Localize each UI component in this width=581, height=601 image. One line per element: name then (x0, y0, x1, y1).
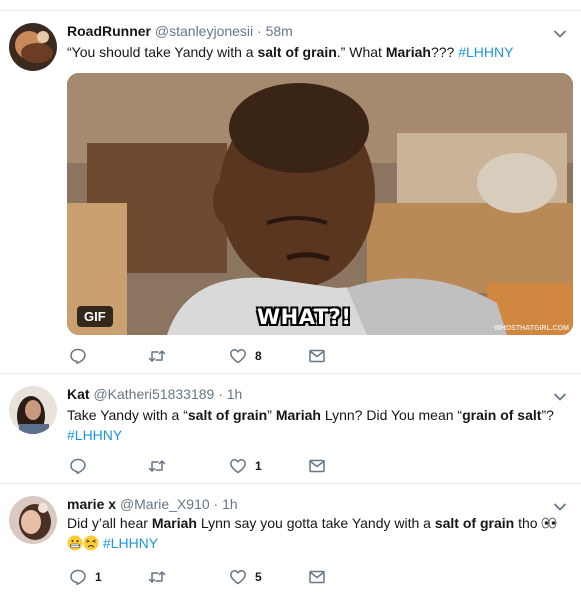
highlighted-term: grain of salt (462, 407, 542, 423)
hashtag-link[interactable]: #LHHNY (67, 427, 122, 443)
message-icon (309, 459, 325, 473)
separator-dot: · (218, 386, 223, 402)
reply-count: 1 (95, 570, 102, 584)
text-segment: Take Yandy with a “ (67, 407, 188, 423)
reply-icon (70, 569, 86, 586)
text-segment: ??? (430, 44, 459, 60)
chevron-down-icon[interactable] (553, 500, 567, 514)
heart-icon (230, 349, 246, 364)
hashtag-link[interactable]: #LHHNY (103, 535, 158, 551)
like-button[interactable]: 8 (229, 346, 262, 366)
text-segment: ” (267, 407, 276, 423)
timestamp[interactable]: 58m (266, 23, 293, 39)
tweet[interactable]: Kat @Katheri51833189 · 1h Take Yandy wit… (0, 374, 581, 484)
message-button[interactable] (308, 456, 326, 476)
reply-button[interactable] (69, 456, 95, 476)
user-handle[interactable]: @stanleyjonesii (155, 23, 253, 39)
like-count: 5 (255, 570, 262, 584)
text-segment: Did y’all hear (67, 515, 152, 531)
tweet[interactable]: RoadRunner @stanleyjonesii · 58m “You sh… (0, 10, 581, 374)
watermark: WHOSTHATGIRL.COM (494, 325, 569, 332)
tweet-actions: 1 5 (67, 567, 367, 587)
tweet-text: Did y’all hear Mariah Lynn say you gotta… (67, 513, 567, 553)
message-icon (309, 570, 325, 584)
timestamp[interactable]: 1h (227, 386, 243, 402)
retweet-icon (148, 460, 166, 472)
display-name[interactable]: RoadRunner (67, 23, 151, 39)
tweet-header: RoadRunner @stanleyjonesii · 58m (67, 22, 293, 40)
highlighted-term: Mariah (275, 407, 321, 423)
highlighted-term: salt of grain (187, 407, 268, 423)
gif-badge: GIF (77, 306, 113, 327)
heart-icon (230, 459, 246, 474)
tweet-actions: 8 (67, 346, 367, 366)
chevron-down-icon[interactable] (553, 390, 567, 404)
highlighted-term: Mariah (151, 515, 197, 531)
heart-icon (230, 570, 246, 585)
separator-dot: · (213, 496, 219, 512)
retweet-button[interactable] (148, 456, 174, 476)
timestamp[interactable]: 1h (222, 496, 238, 512)
text-segment: ”? (541, 407, 554, 423)
text-segment: Lynn? Did You mean “ (320, 407, 463, 423)
gif-media[interactable]: GIF WHAT?! WHOSTHATGIRL.COM (67, 73, 573, 335)
display-name[interactable]: marie x (67, 496, 116, 512)
retweet-icon (148, 350, 166, 362)
user-handle[interactable]: @Katheri51833189 (93, 386, 214, 402)
hashtag-link[interactable]: #LHHNY (458, 44, 513, 60)
tweet-header: Kat @Katheri51833189 · 1h (67, 385, 242, 403)
retweet-button[interactable] (148, 346, 174, 366)
retweet-button[interactable] (148, 567, 174, 587)
reply-icon (70, 458, 86, 475)
tweet-text: Take Yandy with a “salt of grain” Mariah… (67, 405, 567, 445)
retweet-icon (148, 571, 166, 583)
text-segment: “You should take Yandy with a (67, 44, 258, 60)
reply-button[interactable]: 1 (69, 567, 102, 587)
text-segment: .” What (336, 44, 386, 60)
text-segment: tho (514, 515, 542, 531)
highlighted-term: salt of grain (257, 44, 337, 60)
reply-icon (70, 348, 86, 365)
avatar[interactable] (9, 386, 57, 434)
chevron-down-icon[interactable] (553, 27, 567, 41)
reply-button[interactable] (69, 346, 95, 366)
message-button[interactable] (308, 567, 326, 587)
like-button[interactable]: 5 (229, 567, 262, 587)
avatar[interactable] (9, 496, 57, 544)
tweet[interactable]: marie x @Marie_X910 · 1h Did y’all hear … (0, 484, 581, 601)
tweet-header: marie x @Marie_X910 · 1h (67, 495, 238, 513)
message-icon (309, 349, 325, 363)
user-handle[interactable]: @Marie_X910 (120, 496, 210, 512)
avatar[interactable] (9, 23, 57, 71)
message-button[interactable] (308, 346, 326, 366)
like-count: 8 (255, 349, 262, 363)
eyes-emoji (541, 515, 557, 531)
grimacing-emoji (67, 535, 83, 551)
like-button[interactable]: 1 (229, 456, 262, 476)
highlighted-term: Mariah (385, 44, 431, 60)
like-count: 1 (255, 459, 262, 473)
tweet-text: “You should take Yandy with a salt of gr… (67, 42, 567, 62)
text-segment: Lynn say you gotta take Yandy with a (196, 515, 435, 531)
display-name[interactable]: Kat (67, 386, 90, 402)
gif-caption: WHAT?! (257, 305, 352, 329)
persevering-emoji (83, 535, 99, 551)
highlighted-term: salt of grain (434, 515, 515, 531)
tweet-actions: 1 (67, 456, 367, 476)
gif-frame (67, 73, 573, 335)
separator-dot: · (257, 23, 262, 39)
